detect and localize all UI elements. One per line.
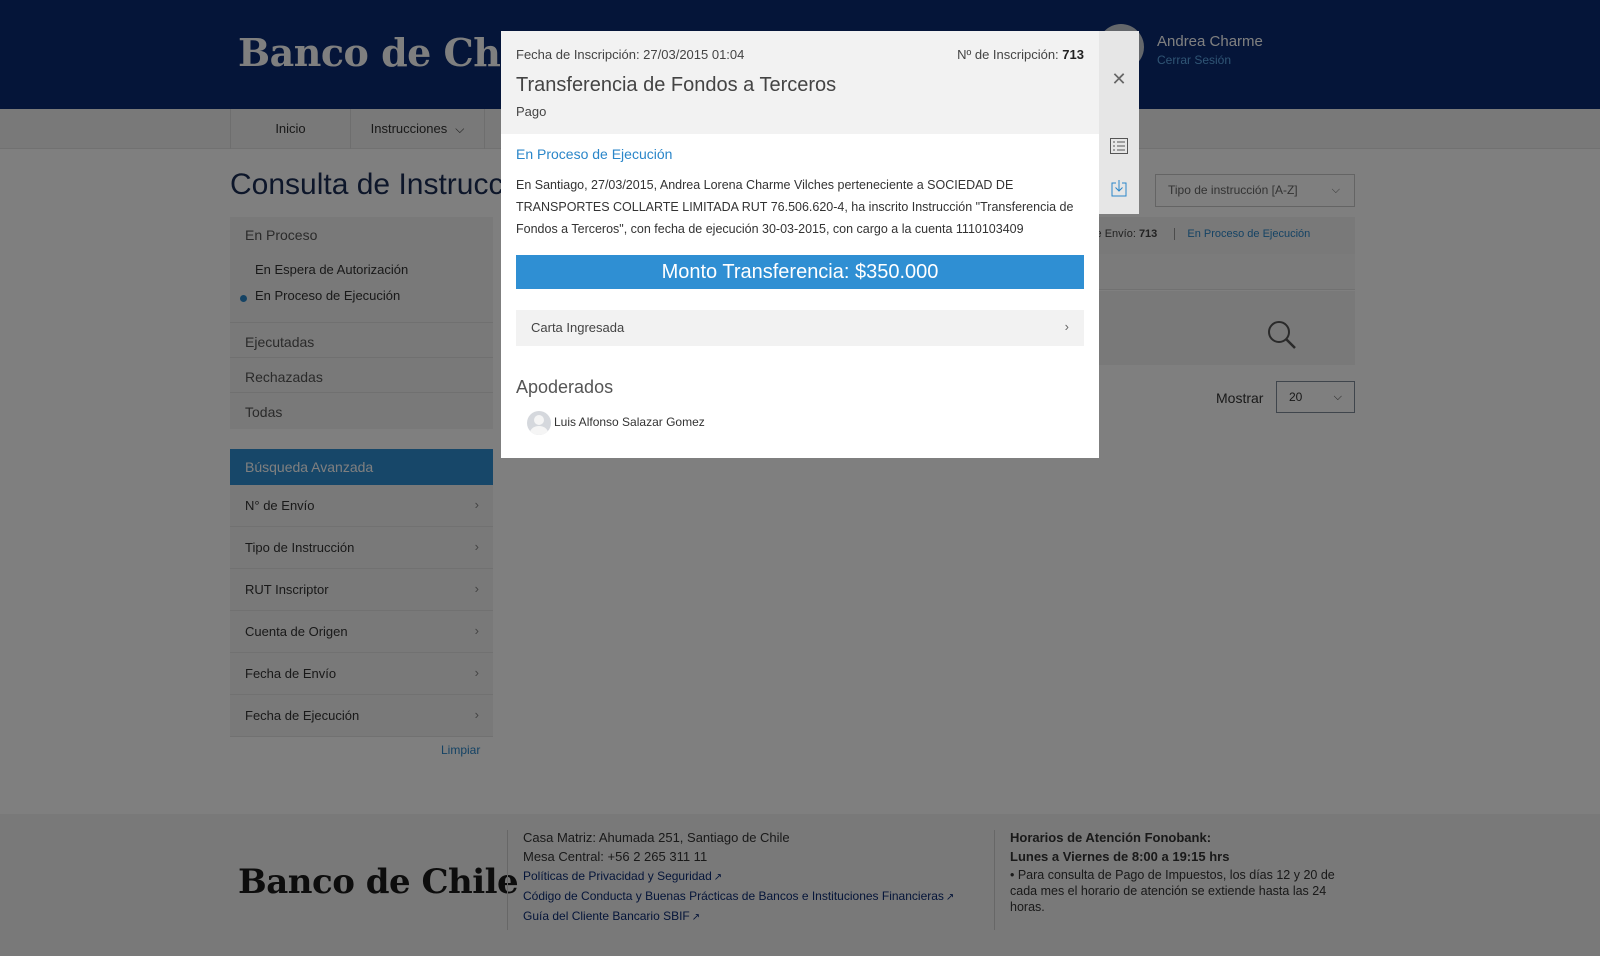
carta-label: Carta Ingresada [531, 320, 625, 335]
download-icon [1111, 180, 1127, 197]
modal-subtitle: Pago [516, 104, 547, 119]
instruction-description: En Santiago, 27/03/2015, Andrea Lorena C… [516, 178, 1074, 236]
inscription-number-value: 713 [1062, 47, 1084, 62]
apoderado-name: Luis Alfonso Salazar Gomez [554, 415, 705, 429]
instruction-detail-modal: Fecha de Inscripción: 27/03/2015 01:04 N… [501, 31, 1099, 458]
person-icon [527, 411, 551, 435]
list-icon [1110, 138, 1128, 154]
carta-ingresada-row[interactable]: Carta Ingresada › [516, 310, 1084, 346]
download-icon[interactable] [1099, 179, 1139, 202]
modal-toolbar: ✕ [1099, 31, 1139, 214]
inscription-number-label: Nº de Inscripción: [957, 47, 1059, 62]
status-badge: En Proceso de Ejecución [516, 146, 673, 162]
inscription-date: Fecha de Inscripción: 27/03/2015 01:04 [516, 47, 745, 62]
modal-header: Fecha de Inscripción: 27/03/2015 01:04 N… [501, 31, 1099, 134]
transfer-amount-banner: Monto Transferencia: $350.000 [516, 255, 1084, 289]
inscription-number: Nº de Inscripción: 713 [957, 47, 1084, 62]
list-icon[interactable] [1099, 138, 1139, 159]
apoderados-title: Apoderados [516, 377, 614, 397]
modal-title: Transferencia de Fondos a Terceros [516, 74, 837, 96]
close-icon[interactable]: ✕ [1099, 69, 1139, 90]
chevron-right-icon: › [1064, 319, 1069, 334]
